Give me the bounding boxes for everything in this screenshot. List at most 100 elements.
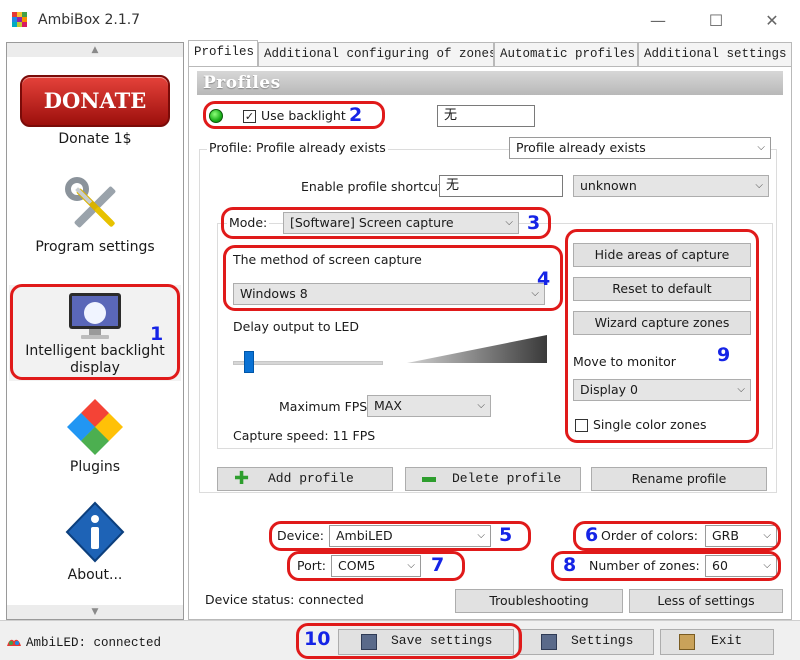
delete-profile-label: Delete profile (452, 471, 562, 486)
sidebar-item-plugins[interactable]: Plugins (9, 397, 181, 476)
callout-number: 1 (150, 323, 164, 345)
rename-profile-button[interactable]: Rename profile (591, 467, 767, 491)
sidebar-scroll-down[interactable]: ▼ (7, 605, 183, 619)
status-text: AmbiLED: connected (26, 636, 162, 650)
delay-slider-thumb[interactable] (244, 351, 255, 373)
callout-number: 3 (527, 212, 541, 234)
fps-value: MAX (374, 398, 402, 413)
chevron-down-icon: ⌵ (505, 217, 513, 228)
chevron-down-icon: ⌵ (477, 530, 485, 541)
info-icon (65, 501, 125, 563)
add-profile-button[interactable]: ✚ Add profile (217, 467, 393, 491)
device-select[interactable]: AmbiLED ⌵ (329, 525, 491, 547)
number-zones-label: Number of zones: (589, 558, 700, 573)
capture-method-label: The method of screen capture (233, 252, 422, 267)
callout-number: 6 (585, 524, 599, 546)
callout-number: 9 (717, 344, 731, 366)
minus-icon (422, 477, 436, 482)
troubleshooting-button[interactable]: Troubleshooting (455, 589, 623, 613)
sidebar-item-label: Donate 1$ (58, 131, 132, 147)
delay-slider-track[interactable] (233, 361, 383, 365)
profile-select[interactable]: Profile already exists ⌵ (509, 137, 771, 159)
sidebar-scroll-up[interactable]: ▲ (7, 43, 183, 57)
chevron-down-icon: ⌵ (477, 400, 485, 411)
mode-label: Mode: (227, 215, 270, 231)
profile-group-label: Profile: Profile already exists (207, 140, 388, 156)
exit-door-icon (679, 634, 695, 650)
status-led-icon (209, 109, 223, 123)
delay-label: Delay output to LED (233, 319, 360, 334)
tab-automatic-profiles[interactable]: Automatic profiles (494, 42, 638, 66)
chevron-down-icon: ⌵ (763, 560, 771, 571)
chevron-down-icon: ⌵ (763, 530, 771, 541)
monitor-value: Display 0 (580, 382, 639, 397)
monitor-icon (69, 293, 121, 339)
number-zones-select[interactable]: 60 ⌵ (705, 555, 777, 577)
mode-value: [Software] Screen capture (290, 215, 454, 230)
tab-additional-settings[interactable]: Additional settings (638, 42, 792, 66)
port-value: COM5 (338, 558, 376, 573)
section-header: Profiles (197, 71, 783, 95)
port-select[interactable]: COM5 ⌵ (331, 555, 421, 577)
maximize-button[interactable]: ☐ (694, 8, 738, 34)
shortcut-label: Enable profile shortcut: (301, 179, 448, 194)
monitor-select[interactable]: Display 0 ⌵ (573, 379, 751, 401)
sidebar-item-about[interactable]: About... (9, 501, 181, 584)
device-label: Device: (277, 528, 324, 543)
backlight-hotkey-field[interactable]: 无 (437, 105, 535, 127)
sidebar-item-program-settings[interactable]: Program settings (9, 177, 181, 256)
capture-method-value: Windows 8 (240, 286, 308, 301)
tab-additional-zones[interactable]: Additional configuring of zones (258, 42, 494, 66)
mode-select[interactable]: [Software] Screen capture ⌵ (283, 212, 519, 234)
device-connected-icon (7, 639, 21, 646)
window-title: AmbiBox 2.1.7 (38, 12, 141, 28)
shortcut-key-select[interactable]: unknown ⌵ (573, 175, 769, 197)
plus-icon: ✚ (234, 468, 250, 489)
settings-disk-icon (541, 634, 557, 650)
add-profile-label: Add profile (268, 471, 354, 486)
app-logo-icon (12, 12, 28, 28)
move-monitor-label: Move to monitor (573, 354, 676, 369)
order-colors-select[interactable]: GRB ⌵ (705, 525, 777, 547)
use-backlight-label: Use backlight (261, 108, 346, 123)
callout-number: 5 (499, 524, 513, 546)
use-backlight-checkbox[interactable]: ✓ (243, 110, 256, 123)
hide-areas-button[interactable]: Hide areas of capture (573, 243, 751, 267)
capture-speed-text: Capture speed: 11 FPS (233, 428, 376, 443)
puzzle-icon (66, 398, 124, 456)
sidebar-item-label: Intelligent backlight display (25, 343, 165, 376)
callout-number: 8 (563, 554, 577, 576)
reset-default-button[interactable]: Reset to default (573, 277, 751, 301)
chevron-down-icon: ⌵ (757, 142, 765, 153)
delete-profile-button[interactable]: Delete profile (405, 467, 581, 491)
order-colors-label: Order of colors: (601, 528, 699, 543)
exit-label: Exit (711, 633, 743, 648)
save-settings-button[interactable]: Save settings (338, 629, 514, 655)
close-button[interactable]: ✕ (750, 8, 794, 34)
sidebar-item-label: About... (67, 567, 123, 583)
settings-button[interactable]: Settings (518, 629, 654, 655)
less-settings-button[interactable]: Less of settings (629, 589, 783, 613)
sidebar-item-label: Plugins (69, 459, 121, 475)
minimize-button[interactable]: — (636, 8, 680, 34)
shortcut-key-value: unknown (580, 178, 637, 193)
single-color-label: Single color zones (593, 417, 707, 432)
callout-number: 4 (537, 268, 551, 290)
fps-label: Maximum FPS (279, 399, 368, 414)
single-color-checkbox[interactable] (575, 419, 588, 432)
sidebar-item-donate[interactable]: DONATE NOW Donate 1$ (9, 75, 181, 161)
delay-ramp-graphic (407, 335, 547, 363)
shortcut-field[interactable]: 无 (439, 175, 563, 197)
callout-number: 2 (349, 104, 363, 126)
save-disk-icon (361, 634, 377, 650)
status-bar: AmbiLED: connected Save settings Setting… (0, 620, 800, 660)
profiles-panel: Profiles ✓ Use backlight 无 Profile: Prof… (188, 66, 792, 620)
capture-method-select[interactable]: Windows 8 ⌵ (233, 283, 545, 305)
tab-profiles[interactable]: Profiles (188, 40, 258, 66)
donate-now-banner[interactable]: DONATE NOW (20, 75, 170, 161)
exit-button[interactable]: Exit (660, 629, 774, 655)
chevron-down-icon: ⌵ (737, 384, 745, 395)
chevron-down-icon: ⌵ (407, 560, 415, 571)
wizard-zones-button[interactable]: Wizard capture zones (573, 311, 751, 335)
fps-select[interactable]: MAX ⌵ (367, 395, 491, 417)
